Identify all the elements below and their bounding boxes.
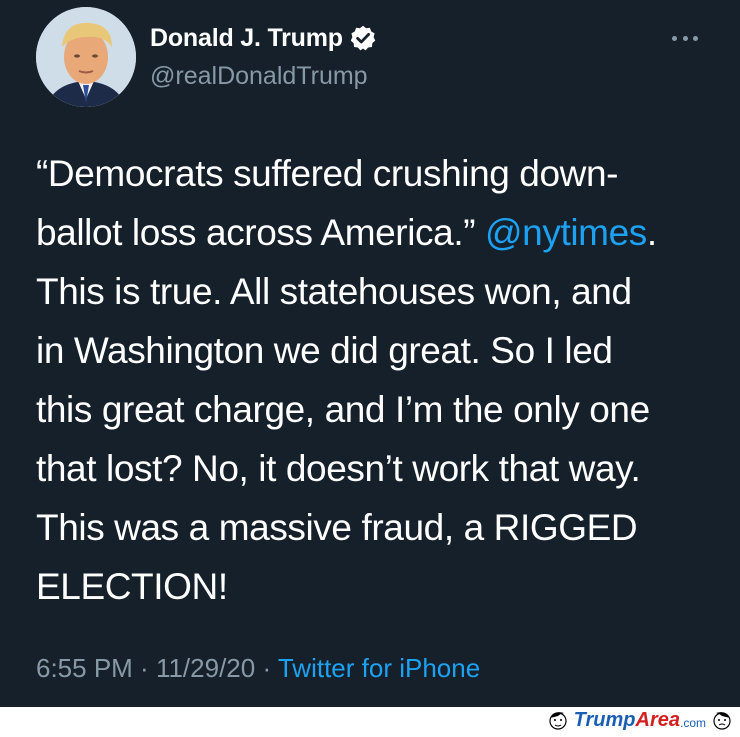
mention-link-nytimes[interactable]: @nytimes <box>485 212 647 253</box>
meta-separator: · <box>255 653 278 683</box>
more-options-icon[interactable] <box>672 26 698 50</box>
dot <box>693 35 698 41</box>
tweet-time[interactable]: 6:55 PM <box>36 653 133 683</box>
caricature-face-icon <box>546 708 570 732</box>
watermark-text-area: Area <box>635 708 680 731</box>
tweet-meta: 6:55 PM · 11/29/20 · Twitter for iPhone <box>36 650 480 686</box>
tweet-line-text: This is true. All statehouses won, and <box>36 271 632 312</box>
tweet-source-link[interactable]: Twitter for iPhone <box>278 653 480 683</box>
tweet-line: This is true. All statehouses won, and <box>36 262 726 321</box>
tweet-line-text: This was a massive fraud, a RIGGED <box>36 507 638 548</box>
tweet-line-text: that lost? No, it doesn’t work that way. <box>36 448 641 489</box>
tweet-card: Donald J. Trump @realDonaldTrump “Democr… <box>0 0 740 707</box>
watermark-text-trump: Trump <box>573 708 636 731</box>
tweet-line: that lost? No, it doesn’t work that way. <box>36 439 726 498</box>
tweet-line: in Washington we did great. So I led <box>36 321 726 380</box>
tweet-line-text: “Democrats suffered crushing down- <box>36 153 619 194</box>
display-name[interactable]: Donald J. Trump <box>150 22 343 54</box>
tweet-line: this great charge, and I’m the only one <box>36 380 726 439</box>
tweet-line: ballot loss across America.” @nytimes. <box>36 203 726 262</box>
user-handle[interactable]: @realDonaldTrump <box>150 60 368 92</box>
tweet-line-text: ballot loss across America.” <box>36 212 486 253</box>
tweet-line: ELECTION! <box>36 557 726 616</box>
tweet-text: “Democrats suffered crushing down- ballo… <box>36 144 726 616</box>
watermark: Trump Area .com <box>546 707 734 733</box>
tweet-line-text: ELECTION! <box>36 566 228 607</box>
watermark-text-com: .com <box>679 716 706 730</box>
dot <box>672 35 677 41</box>
tweet-line: This was a massive fraud, a RIGGED <box>36 498 726 557</box>
tweet-line-text: this great charge, and I’m the only one <box>36 389 650 430</box>
profile-photo-icon <box>36 7 136 107</box>
user-name-row[interactable]: Donald J. Trump <box>150 22 377 54</box>
dot <box>682 35 688 41</box>
meta-separator: · <box>132 653 156 683</box>
avatar[interactable] <box>36 7 136 107</box>
tweet-line: “Democrats suffered crushing down- <box>36 144 726 203</box>
tweet-line-text: in Washington we did great. So I led <box>36 330 613 371</box>
verified-badge-icon <box>349 24 377 52</box>
tweet-date[interactable]: 11/29/20 <box>156 653 255 683</box>
caricature-face-icon <box>710 708 734 732</box>
tweet-line-text: . <box>646 212 657 253</box>
